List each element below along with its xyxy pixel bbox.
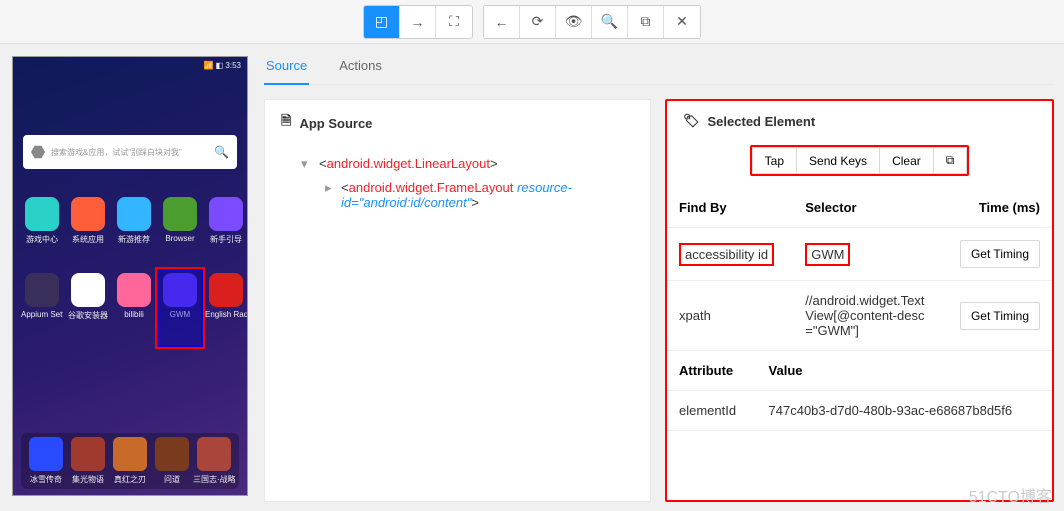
locator-row: xpath//android.widget.TextView[@content-… xyxy=(667,281,1052,351)
th-findby: Find By xyxy=(667,188,793,228)
findby-cell: accessibility id xyxy=(667,228,793,281)
app-icon xyxy=(209,273,243,307)
app-label: bilibili xyxy=(113,310,155,319)
app-GWM[interactable]: GWM xyxy=(159,273,201,321)
app-bilibili[interactable]: bilibili xyxy=(113,273,155,321)
app-source-card: 🗎 App Source ▾ <android.widget.LinearLayo… xyxy=(264,99,651,502)
device-panel: 📶 ◧ 3:53 搜索游戏&应用，试试“别踩白块对我” 🔍 游戏中心系统应用新游… xyxy=(0,44,260,511)
select-mode-icon[interactable]: ◰ xyxy=(364,6,400,38)
source-tree: ▾ <android.widget.LinearLayout> ▸ <android.… xyxy=(265,146,650,226)
app-icon xyxy=(71,273,105,307)
tap-coords-icon[interactable]: ⛶ xyxy=(436,6,472,38)
toolbar-group-mode: ◰→⛶ xyxy=(363,5,473,39)
tree-node[interactable]: ▸ <android.widget.FrameLayout resource-id… xyxy=(301,176,638,214)
app-新手引导[interactable]: 新手引导 xyxy=(205,197,247,245)
app-icon xyxy=(25,197,59,231)
dock-app-真红之刃[interactable]: 真红之刃 xyxy=(109,437,151,485)
tabs: Source Actions xyxy=(264,58,1054,85)
app-label: 新手引导 xyxy=(205,234,247,245)
app-label: English Radio xyxy=(205,310,247,319)
search-icon: 🔍 xyxy=(214,145,229,159)
tab-actions[interactable]: Actions xyxy=(337,58,384,84)
th-attribute: Attribute xyxy=(667,351,757,391)
findby-cell: xpath xyxy=(667,281,793,351)
element-actions: Tap Send Keys Clear ⧉ xyxy=(667,141,1052,188)
app-English Radio[interactable]: English Radio xyxy=(205,273,247,321)
app-label: 谷歌安装器 xyxy=(67,310,109,321)
app-source-header: 🗎 App Source xyxy=(265,100,650,146)
top-toolbar: ◰→⛶ ←⟳👁🔍⧉✕ xyxy=(0,0,1064,44)
tree-node-label: <android.widget.LinearLayout> xyxy=(319,156,498,171)
main-area: 📶 ◧ 3:53 搜索游戏&应用，试试“别踩白块对我” 🔍 游戏中心系统应用新游… xyxy=(0,44,1064,511)
app-label: Browser xyxy=(159,234,201,243)
attribute-row: elementId747c40b3-d7d0-480b-93ac-e68687b… xyxy=(667,391,1052,431)
inspector-panel: Source Actions 🗎 App Source ▾ <android.wi… xyxy=(260,44,1064,511)
expand-icon[interactable]: ▾ xyxy=(301,156,311,172)
status-bar: 📶 ◧ 3:53 xyxy=(203,61,241,70)
tag-icon: 🏷 xyxy=(683,113,700,129)
app-icon xyxy=(209,197,243,231)
locator-row: accessibility idGWM Get Timing xyxy=(667,228,1052,281)
clear-button[interactable]: Clear xyxy=(879,147,934,174)
hex-icon xyxy=(31,145,45,159)
expand-icon[interactable]: ▸ xyxy=(325,180,333,196)
app-谷歌安装器[interactable]: 谷歌安装器 xyxy=(67,273,109,321)
swipe-mode-icon[interactable]: → xyxy=(400,6,436,38)
tap-button[interactable]: Tap xyxy=(752,147,797,174)
device-screenshot[interactable]: 📶 ◧ 3:53 搜索游戏&应用，试试“别踩白块对我” 🔍 游戏中心系统应用新游… xyxy=(12,56,248,496)
selected-element-card: 🏷 Selected Element Tap Send Keys Clear ⧉… xyxy=(665,99,1054,502)
attr-name: elementId xyxy=(667,391,757,431)
dock-app-冰雪传奇[interactable]: 冰雪传奇 xyxy=(25,437,67,485)
app-icon xyxy=(117,197,151,231)
selector-cell: GWM xyxy=(793,228,941,281)
copy-icon[interactable]: ⧉ xyxy=(628,6,664,38)
th-time: Time (ms) xyxy=(942,188,1052,228)
app-Browser[interactable]: Browser xyxy=(159,197,201,245)
app-Appium Sett…[interactable]: Appium Sett… xyxy=(21,273,63,321)
app-label: 游戏中心 xyxy=(21,234,63,245)
tree-node-label: <android.widget.FrameLayout resource-id=… xyxy=(341,180,638,210)
copy-action-icon[interactable]: ⧉ xyxy=(933,147,968,174)
get-timing-button[interactable]: Get Timing xyxy=(960,240,1040,268)
tab-source[interactable]: Source xyxy=(264,58,309,85)
get-timing-button[interactable]: Get Timing xyxy=(960,302,1040,330)
th-value: Value xyxy=(757,351,1052,391)
refresh-icon[interactable]: ⟳ xyxy=(520,6,556,38)
apps-row-2: Appium Sett…谷歌安装器bilibiliGWMEnglish Radi… xyxy=(21,273,239,321)
app-新游推荐[interactable]: 新游推荐 xyxy=(113,197,155,245)
eye-icon[interactable]: 👁 xyxy=(556,6,592,38)
dock-app-三国志·战略…[interactable]: 三国志·战略… xyxy=(193,437,235,485)
device-search: 搜索游戏&应用，试试“别踩白块对我” 🔍 xyxy=(23,135,237,169)
search-icon[interactable]: 🔍 xyxy=(592,6,628,38)
app-游戏中心[interactable]: 游戏中心 xyxy=(21,197,63,245)
dock-app-集光物语[interactable]: 集光物语 xyxy=(67,437,109,485)
app-icon xyxy=(71,197,105,231)
toolbar-group-actions: ←⟳👁🔍⧉✕ xyxy=(483,5,701,39)
app-icon xyxy=(117,273,151,307)
selection-highlight xyxy=(155,267,205,349)
dock: 冰雪传奇集光物语真红之刃问道三国志·战略… xyxy=(21,433,239,489)
file-icon: 🗎 xyxy=(281,112,291,134)
app-label: Appium Sett… xyxy=(21,310,63,319)
search-placeholder: 搜索游戏&应用，试试“别踩白块对我” xyxy=(51,147,182,158)
th-selector: Selector xyxy=(793,188,941,228)
app-label: 系统应用 xyxy=(67,234,109,245)
app-icon xyxy=(163,197,197,231)
selector-cell: //android.widget.TextView[@content-desc=… xyxy=(793,281,941,351)
dock-app-问道[interactable]: 问道 xyxy=(151,437,193,485)
app-label: 新游推荐 xyxy=(113,234,155,245)
app-icon xyxy=(25,273,59,307)
attr-value: 747c40b3-d7d0-480b-93ac-e68687b8d5f6 xyxy=(757,391,1052,431)
apps-row-1: 游戏中心系统应用新游推荐Browser新手引导 xyxy=(21,197,239,245)
sendkeys-button[interactable]: Send Keys xyxy=(796,147,880,174)
tree-node[interactable]: ▾ <android.widget.LinearLayout> xyxy=(301,152,638,176)
close-icon[interactable]: ✕ xyxy=(664,6,700,38)
app-系统应用[interactable]: 系统应用 xyxy=(67,197,109,245)
back-icon[interactable]: ← xyxy=(484,6,520,38)
selected-element-header: 🏷 Selected Element xyxy=(667,101,1052,141)
locator-table: Find By Selector Time (ms) accessibility… xyxy=(667,188,1052,351)
attribute-table: Attribute Value elementId747c40b3-d7d0-4… xyxy=(667,351,1052,431)
